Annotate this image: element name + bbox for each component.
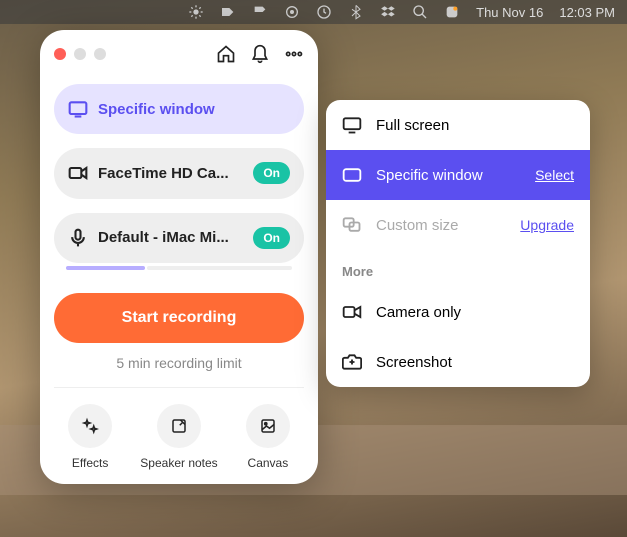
- minimize-button[interactable]: [74, 48, 86, 60]
- bell-icon[interactable]: [250, 44, 270, 64]
- window-icon: [342, 166, 362, 184]
- mic-label: Default - iMac Mi...: [98, 229, 243, 246]
- camera-icon: [342, 303, 362, 321]
- canvas-tool[interactable]: Canvas: [246, 404, 290, 470]
- menubar-circle-icon: [284, 4, 300, 20]
- screenshot-icon: [342, 353, 362, 371]
- source-popup: Full screen Specific window Select Custo…: [326, 100, 590, 387]
- popup-camera-only[interactable]: Camera only: [326, 287, 590, 337]
- menubar-date: Thu Nov 16: [476, 5, 543, 20]
- window-icon: [68, 99, 88, 119]
- macos-menubar: Thu Nov 16 12:03 PM: [0, 0, 627, 24]
- speaker-notes-tool[interactable]: Speaker notes: [140, 404, 217, 470]
- canvas-label: Canvas: [248, 456, 289, 470]
- menubar-sun-icon: [188, 4, 204, 20]
- camera-label: FaceTime HD Ca...: [98, 165, 243, 182]
- popup-specific-window[interactable]: Specific window Select: [326, 150, 590, 200]
- menubar-clock-icon: [316, 4, 332, 20]
- monitor-icon: [342, 116, 362, 134]
- menubar-dropbox-icon: [380, 4, 396, 20]
- camera-status-badge: On: [253, 162, 290, 184]
- notes-icon: [170, 417, 188, 435]
- start-recording-button[interactable]: Start recording: [54, 293, 304, 343]
- select-button[interactable]: Select: [535, 167, 574, 183]
- source-label: Specific window: [98, 101, 290, 118]
- menubar-bluetooth-icon: [348, 4, 364, 20]
- menubar-time: 12:03 PM: [559, 5, 615, 20]
- close-button[interactable]: [54, 48, 66, 60]
- popup-screenshot[interactable]: Screenshot: [326, 337, 590, 387]
- menubar-siri-icon[interactable]: [444, 4, 460, 20]
- mic-level-bar: [66, 266, 292, 270]
- titlebar: [54, 44, 304, 64]
- menubar-tag-icon: [220, 4, 236, 20]
- resize-icon: [342, 216, 362, 234]
- mic-status-badge: On: [253, 227, 290, 249]
- mic-icon: [68, 228, 88, 248]
- recording-limit-text: 5 min recording limit: [54, 355, 304, 371]
- more-icon[interactable]: [284, 44, 304, 64]
- mic-selector[interactable]: Default - iMac Mi... On: [54, 213, 304, 263]
- zoom-button[interactable]: [94, 48, 106, 60]
- menubar-search-icon[interactable]: [412, 4, 428, 20]
- speaker-notes-label: Speaker notes: [140, 456, 217, 470]
- popup-full-screen[interactable]: Full screen: [326, 100, 590, 150]
- popup-custom-size[interactable]: Custom size Upgrade: [326, 200, 590, 250]
- effects-tool[interactable]: Effects: [68, 404, 112, 470]
- camera-selector[interactable]: FaceTime HD Ca... On: [54, 148, 304, 198]
- popup-section-more: More: [326, 250, 590, 287]
- camera-icon: [68, 163, 88, 183]
- home-icon[interactable]: [216, 44, 236, 64]
- effects-label: Effects: [72, 456, 108, 470]
- menubar-flag-icon: [252, 4, 268, 20]
- traffic-lights: [54, 48, 106, 60]
- footer-tools: Effects Speaker notes Canvas: [54, 387, 304, 470]
- canvas-icon: [259, 417, 277, 435]
- main-panel: Specific window FaceTime HD Ca... On Def…: [40, 30, 318, 484]
- upgrade-link[interactable]: Upgrade: [520, 217, 574, 233]
- recording-source-selector[interactable]: Specific window: [54, 84, 304, 134]
- effects-icon: [81, 417, 99, 435]
